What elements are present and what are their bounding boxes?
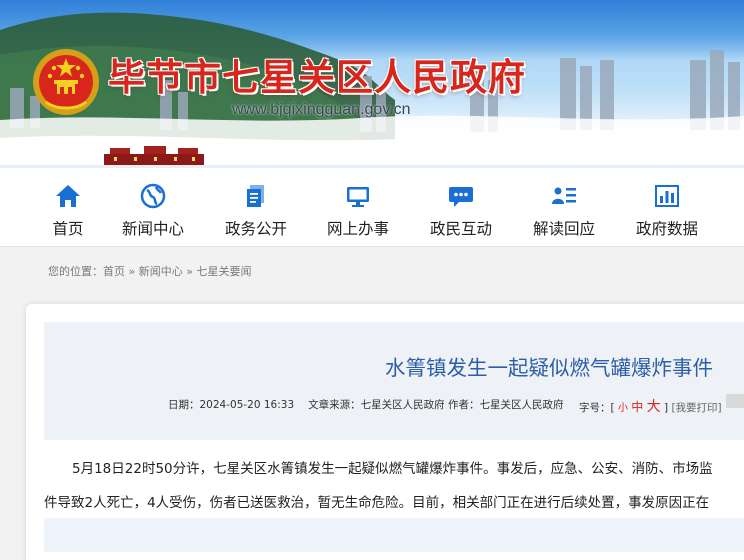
nav-item-gov-affairs[interactable]: 政务公开 <box>206 168 306 246</box>
article-footer-box <box>44 518 744 552</box>
nav-item-interaction[interactable]: 政民互动 <box>411 168 511 246</box>
nav-item-news[interactable]: 新闻中心 <box>103 168 203 246</box>
print-button[interactable]: [我要打印] <box>671 402 721 414</box>
site-banner: 毕节市七星关区人民政府 www.bjqixingguan.gov.cn <box>0 0 744 165</box>
nav-item-online-services[interactable]: 网上办事 <box>308 168 408 246</box>
font-size-label: 字号：[ <box>579 402 615 414</box>
article-paragraph: 件导致2人死亡，4人受伤，伤者已送医救治，暂无生命危险。目前，相关部门正在进行后… <box>44 495 710 511</box>
nav-label: 政民互动 <box>429 220 492 238</box>
breadcrumb-separator: » <box>125 265 139 278</box>
breadcrumb-current-link[interactable]: 七星关要闻 <box>196 265 251 278</box>
article-source: 七星关区人民政府 <box>360 399 445 411</box>
national-emblem-icon <box>33 49 99 115</box>
article-header-box <box>44 322 744 440</box>
nav-label: 新闻中心 <box>121 220 184 238</box>
share-widget-placeholder <box>726 394 744 408</box>
publish-date: 2024-05-20 16:33 <box>199 399 295 411</box>
nav-label: 网上办事 <box>326 220 389 238</box>
nav-item-gov-data[interactable]: 政府数据 <box>617 168 717 246</box>
article-author: 七星关区人民政府 <box>479 399 564 411</box>
site-url: www.bjqixingguan.gov.cn <box>232 101 411 118</box>
globe-icon <box>140 183 166 209</box>
date-label: 日期： <box>168 399 200 411</box>
font-size-close-bracket: ] <box>664 402 669 414</box>
document-icon <box>247 185 264 207</box>
article-meta: 日期：2024-05-20 16:33 文章来源：七星关区人民政府 作者：七星关区… <box>168 397 563 412</box>
chat-bubble-icon <box>449 187 473 207</box>
main-nav: 首页 新闻中心 政务公开 网上办事 政民互动 解读回应 政府数据 <box>0 165 744 247</box>
person-list-icon <box>552 187 576 204</box>
nav-item-interpretation[interactable]: 解读回应 <box>514 168 614 246</box>
breadcrumb-home-link[interactable]: 首页 <box>103 265 125 278</box>
font-size-small-button[interactable]: 小 <box>618 403 628 414</box>
bar-chart-icon <box>655 185 679 207</box>
font-size-large-button[interactable]: 大 <box>647 399 661 415</box>
article-title: 水箐镇发生一起疑似燃气罐爆炸事件 <box>385 356 713 380</box>
article-paragraph: 5月18日22时50分许，七星关区水箐镇发生一起疑似燃气罐爆炸事件。事发后，应急… <box>72 461 713 477</box>
font-size-control: 字号：[ 小 中 大 ] [我要打印] <box>579 396 722 416</box>
monitor-icon <box>347 187 369 207</box>
breadcrumb: 您的位置：首页 » 新闻中心 » 七星关要闻 <box>48 263 251 279</box>
breadcrumb-separator: » <box>182 265 197 278</box>
site-title: 毕节市七星关区人民政府 <box>108 55 526 99</box>
nav-label: 政府数据 <box>635 220 698 238</box>
author-label: 作者： <box>447 399 480 411</box>
breadcrumb-news-link[interactable]: 新闻中心 <box>139 265 183 278</box>
nav-label: 解读回应 <box>532 220 595 238</box>
nav-label: 政务公开 <box>224 220 287 238</box>
font-size-medium-button[interactable]: 中 <box>631 400 643 414</box>
gate-building-icon <box>104 146 204 165</box>
home-icon <box>56 185 80 207</box>
source-label: 文章来源： <box>308 399 361 411</box>
breadcrumb-prefix: 您的位置： <box>48 265 103 278</box>
